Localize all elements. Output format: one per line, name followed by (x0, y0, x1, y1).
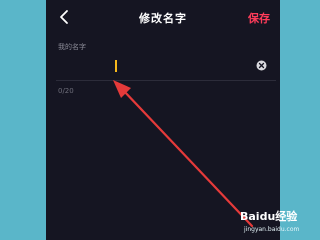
save-button[interactable]: 保存 (248, 10, 270, 26)
clear-circle-icon[interactable] (256, 60, 267, 71)
text-caret (115, 60, 117, 72)
name-field-label: 我的名字 (58, 43, 86, 51)
watermark-brand: Baidu经验 (240, 210, 298, 223)
character-counter: 0/20 (58, 87, 74, 95)
top-bar: 修改名字 保存 (46, 6, 280, 30)
watermark-url: jingyan.baidu.com (244, 226, 300, 233)
watermark: Baidu经验 jingyan.baidu.com (234, 208, 318, 238)
name-input[interactable] (56, 56, 264, 80)
phone-screen: 修改名字 保存 我的名字 0/20 (46, 0, 280, 240)
input-divider (56, 80, 276, 81)
page-title: 修改名字 (139, 12, 187, 25)
